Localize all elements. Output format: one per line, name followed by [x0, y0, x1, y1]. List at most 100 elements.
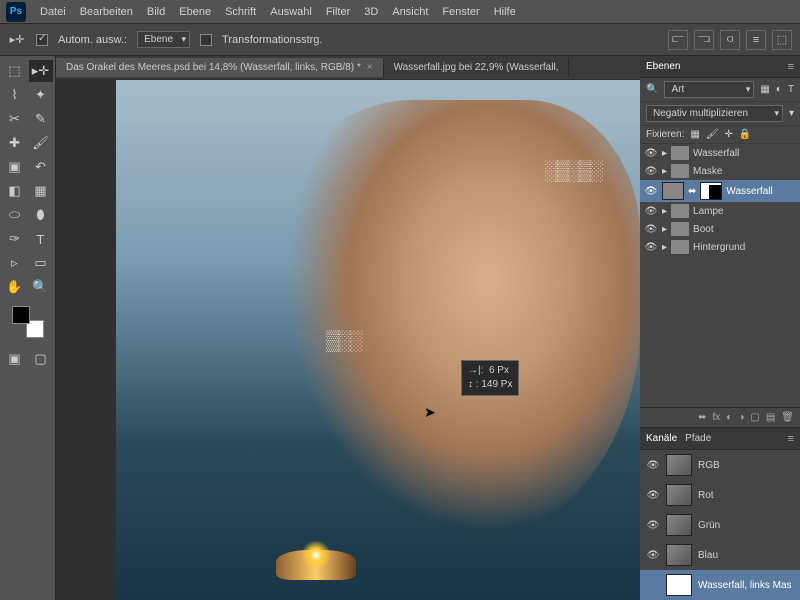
- folder-icon[interactable]: ▢: [750, 412, 759, 423]
- menu-image[interactable]: Bild: [147, 6, 165, 18]
- brush-tool[interactable]: 🖌: [29, 132, 53, 154]
- quickmask-icon[interactable]: ▣: [3, 348, 27, 370]
- channel-red[interactable]: 👁Rot: [640, 480, 800, 510]
- new-layer-icon[interactable]: ▤: [766, 412, 775, 423]
- lock-brush-icon[interactable]: 🖌: [706, 129, 719, 140]
- menu-filter[interactable]: Filter: [326, 6, 350, 18]
- dodge-tool[interactable]: ⬮: [29, 204, 53, 226]
- channel-thumbnail: [666, 574, 692, 596]
- distribute-icon[interactable]: ≡: [746, 30, 766, 50]
- document-tab-1[interactable]: Das Orakel des Meeres.psd bei 14,8% (Was…: [56, 58, 384, 77]
- channel-green[interactable]: 👁Grün: [640, 510, 800, 540]
- crop-tool[interactable]: ✂: [3, 108, 27, 130]
- menu-layer[interactable]: Ebene: [179, 6, 211, 18]
- foreground-color[interactable]: [12, 306, 30, 324]
- lock-all-icon[interactable]: 🔒: [739, 129, 751, 140]
- 3d-mode-icon[interactable]: ⬚: [772, 30, 792, 50]
- channel-mask[interactable]: Wasserfall, links Mas: [640, 570, 800, 600]
- mask-thumbnail[interactable]: [700, 182, 722, 200]
- visibility-icon[interactable]: 👁: [644, 186, 658, 197]
- menu-view[interactable]: Ansicht: [392, 6, 428, 18]
- lock-pixels-icon[interactable]: ▦: [690, 129, 699, 140]
- photoshop-logo: Ps: [6, 2, 26, 22]
- adjustment-icon[interactable]: ◑: [738, 412, 744, 423]
- paths-tab[interactable]: Pfade: [685, 433, 711, 444]
- menu-3d[interactable]: 3D: [364, 6, 378, 18]
- stamp-tool[interactable]: ▣: [3, 156, 27, 178]
- layer-group[interactable]: 👁▸Lampe: [640, 202, 800, 220]
- mask-icon[interactable]: ◐: [726, 412, 732, 423]
- heal-tool[interactable]: ✚: [3, 132, 27, 154]
- layer-group[interactable]: 👁▸Maske: [640, 162, 800, 180]
- align-center-icon[interactable]: ⫎: [694, 30, 714, 50]
- type-tool[interactable]: T: [29, 228, 53, 250]
- autoselect-checkbox[interactable]: [36, 34, 48, 46]
- visibility-icon[interactable]: 👁: [646, 460, 660, 471]
- layer-filter-dropdown[interactable]: Art: [664, 81, 754, 98]
- menu-help[interactable]: Hilfe: [494, 6, 516, 18]
- panels: Ebenen ≡ 🔍 Art ▦ ◐ T Negativ multiplizie…: [640, 56, 800, 600]
- layer-item-selected[interactable]: 👁⬌Wasserfall: [640, 180, 800, 202]
- visibility-icon[interactable]: 👁: [644, 206, 658, 217]
- close-icon[interactable]: ×: [367, 62, 373, 73]
- document-tab-2[interactable]: Wasserfall.jpg bei 22,9% (Wasserfall,: [384, 58, 570, 77]
- channels-tab[interactable]: Kanäle: [646, 433, 677, 444]
- transform-checkbox[interactable]: [200, 34, 212, 46]
- move-tool[interactable]: ▸✛: [29, 60, 53, 82]
- autoselect-mode-dropdown[interactable]: Ebene: [137, 31, 190, 48]
- filter-image-icon[interactable]: ▦: [760, 84, 769, 95]
- visibility-icon[interactable]: 👁: [644, 242, 658, 253]
- menu-window[interactable]: Fenster: [442, 6, 479, 18]
- screenmode-icon[interactable]: ▢: [29, 348, 53, 370]
- menu-type[interactable]: Schrift: [225, 6, 256, 18]
- channel-rgb[interactable]: 👁RGB: [640, 450, 800, 480]
- layer-group[interactable]: 👁▸Wasserfall: [640, 144, 800, 162]
- pen-tool[interactable]: ✑: [3, 228, 27, 250]
- layer-list: 👁▸Wasserfall 👁▸Maske 👁⬌Wasserfall 👁▸Lamp…: [640, 144, 800, 256]
- layer-group[interactable]: 👁▸Boot: [640, 220, 800, 238]
- layers-tab[interactable]: Ebenen: [646, 61, 680, 72]
- filter-text-icon[interactable]: T: [788, 84, 794, 95]
- channel-thumbnail: [666, 454, 692, 476]
- artwork: ░▒░▒░ ▒░░: [116, 80, 640, 600]
- visibility-icon[interactable]: 👁: [646, 490, 660, 501]
- zoom-tool[interactable]: 🔍: [29, 276, 53, 298]
- panel-menu-icon[interactable]: ≡: [788, 61, 794, 73]
- gradient-tool[interactable]: ▦: [29, 180, 53, 202]
- history-tool[interactable]: ↶: [29, 156, 53, 178]
- blur-tool[interactable]: ⬭: [3, 204, 27, 226]
- panel-menu-icon[interactable]: ≡: [788, 433, 794, 445]
- visibility-icon[interactable]: 👁: [646, 550, 660, 561]
- blend-mode-dropdown[interactable]: Negativ multiplizieren: [646, 105, 783, 122]
- eyedropper-tool[interactable]: ✎: [29, 108, 53, 130]
- align-right-icon[interactable]: ⫏: [720, 30, 740, 50]
- align-left-icon[interactable]: ⫍: [668, 30, 688, 50]
- wand-tool[interactable]: ✦: [29, 84, 53, 106]
- channel-blue[interactable]: 👁Blau: [640, 540, 800, 570]
- trash-icon[interactable]: 🗑: [781, 412, 794, 423]
- layer-thumbnail[interactable]: [662, 182, 684, 200]
- lock-move-icon[interactable]: ✛: [725, 129, 733, 140]
- shape-tool[interactable]: ▭: [29, 252, 53, 274]
- visibility-icon[interactable]: 👁: [644, 166, 658, 177]
- menu-edit[interactable]: Bearbeiten: [80, 6, 133, 18]
- visibility-icon[interactable]: 👁: [646, 520, 660, 531]
- eraser-tool[interactable]: ◧: [3, 180, 27, 202]
- filter-adjust-icon[interactable]: ◐: [776, 84, 782, 95]
- canvas[interactable]: ░▒░▒░ ▒░░ →|: 6 Px ↕ : 149 Px ➤: [56, 80, 640, 600]
- fx-icon[interactable]: fx: [713, 412, 721, 423]
- link-icon[interactable]: ⬌: [688, 186, 696, 197]
- link-icon[interactable]: ⬌: [698, 412, 706, 423]
- opacity-arrow-icon[interactable]: ▾: [789, 108, 794, 119]
- path-tool[interactable]: ▹: [3, 252, 27, 274]
- marquee-tool[interactable]: ⬚: [3, 60, 27, 82]
- visibility-icon[interactable]: 👁: [644, 224, 658, 235]
- menu-select[interactable]: Auswahl: [270, 6, 312, 18]
- transform-label: Transformationsstrg.: [222, 34, 322, 46]
- layer-group[interactable]: 👁▸Hintergrund: [640, 238, 800, 256]
- visibility-icon[interactable]: 👁: [644, 148, 658, 159]
- menu-file[interactable]: Datei: [40, 6, 66, 18]
- hand-tool[interactable]: ✋: [3, 276, 27, 298]
- color-swatches[interactable]: [12, 306, 44, 338]
- lasso-tool[interactable]: ⌇: [3, 84, 27, 106]
